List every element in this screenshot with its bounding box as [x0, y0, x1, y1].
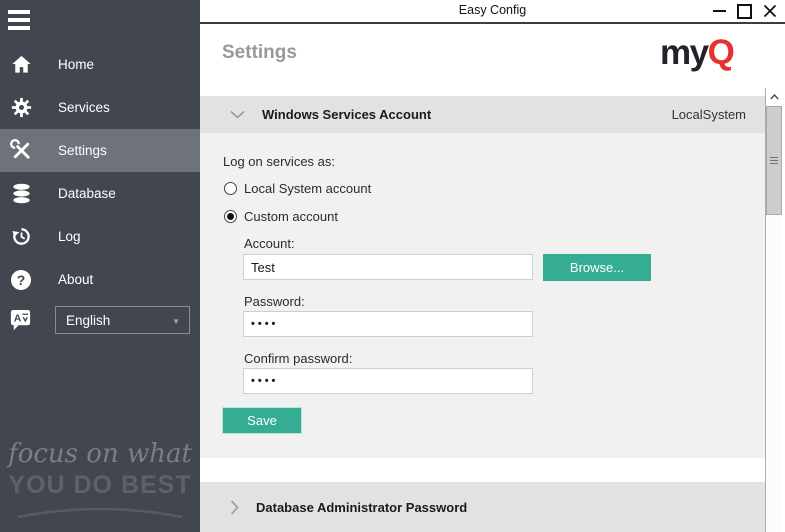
confirm-password-label: Confirm password:	[244, 351, 352, 366]
titlebar: Easy Config	[200, 0, 785, 24]
maximize-button[interactable]	[737, 4, 752, 19]
language-value: English	[66, 313, 110, 328]
confirm-password-input[interactable]	[243, 368, 533, 394]
scroll-up-button[interactable]	[766, 88, 782, 106]
svg-text:A: A	[14, 312, 22, 324]
easy-config-window: Home	[0, 0, 785, 532]
password-input[interactable]	[243, 311, 533, 337]
database-icon	[9, 182, 33, 206]
radio-local-system-account[interactable]	[224, 182, 237, 195]
sidebar-nav: Home	[0, 43, 200, 301]
sidebar-item-label: Settings	[58, 143, 107, 158]
page-title: Settings	[222, 42, 297, 64]
section-windows-services-account[interactable]: Windows Services Account LocalSystem	[200, 96, 766, 133]
radio-custom-label[interactable]: Custom account	[244, 209, 338, 224]
language-dropdown[interactable]: English ▼	[55, 306, 190, 334]
watermark-line1: focus on what	[0, 439, 200, 469]
sidebar-item-database[interactable]: Database	[0, 172, 200, 215]
close-button[interactable]	[763, 4, 777, 18]
history-clock-icon	[9, 225, 33, 249]
sidebar-item-services[interactable]: Services	[0, 86, 200, 129]
watermark-line2: YOU DO BEST	[0, 471, 200, 500]
chevron-right-icon	[230, 500, 239, 515]
home-icon	[9, 53, 33, 77]
language-row: A English ▼	[0, 306, 200, 334]
services-account-form: Log on services as: Local System account…	[200, 133, 766, 458]
window-controls	[713, 0, 777, 22]
translate-icon: A	[9, 308, 32, 337]
radio-custom-account[interactable]	[224, 210, 237, 223]
myq-logo: myQ	[660, 33, 733, 73]
browse-button[interactable]: Browse...	[543, 254, 651, 281]
tools-icon	[9, 139, 33, 163]
radio-local-system-label[interactable]: Local System account	[244, 181, 371, 196]
chevron-down-icon: ▼	[172, 317, 180, 326]
sidebar-item-home[interactable]: Home	[0, 43, 200, 86]
sidebar-item-log[interactable]: Log	[0, 215, 200, 258]
sidebar: Home	[0, 0, 200, 532]
scrollbar[interactable]	[765, 88, 782, 532]
question-mark-icon: ?	[9, 268, 33, 292]
scrollbar-thumb[interactable]	[766, 106, 782, 215]
watermark-arc	[16, 504, 184, 520]
sidebar-item-label: Log	[58, 229, 81, 244]
section-current-value: LocalSystem	[672, 107, 746, 122]
logon-label: Log on services as:	[223, 154, 335, 169]
sidebar-item-label: Home	[58, 57, 94, 72]
gear-icon	[9, 96, 33, 120]
account-label: Account:	[244, 236, 295, 251]
section-database-admin-password[interactable]: Database Administrator Password	[200, 482, 766, 532]
save-button[interactable]: Save	[222, 407, 302, 434]
sidebar-item-about[interactable]: ? About	[0, 258, 200, 301]
sidebar-item-label: Database	[58, 186, 116, 201]
section-title: Database Administrator Password	[256, 500, 467, 515]
section-title: Windows Services Account	[262, 107, 431, 122]
sidebar-item-label: Services	[58, 100, 110, 115]
sidebar-item-label: About	[58, 272, 93, 287]
window-title: Easy Config	[200, 3, 785, 17]
password-label: Password:	[244, 294, 305, 309]
chevron-down-icon	[230, 110, 245, 119]
watermark: focus on what YOU DO BEST	[0, 439, 200, 532]
hamburger-menu-icon[interactable]	[8, 10, 30, 34]
minimize-button[interactable]	[713, 10, 726, 12]
account-input[interactable]	[243, 254, 533, 280]
sidebar-item-settings[interactable]: Settings	[0, 129, 200, 172]
scrollbar-grip	[770, 157, 778, 165]
